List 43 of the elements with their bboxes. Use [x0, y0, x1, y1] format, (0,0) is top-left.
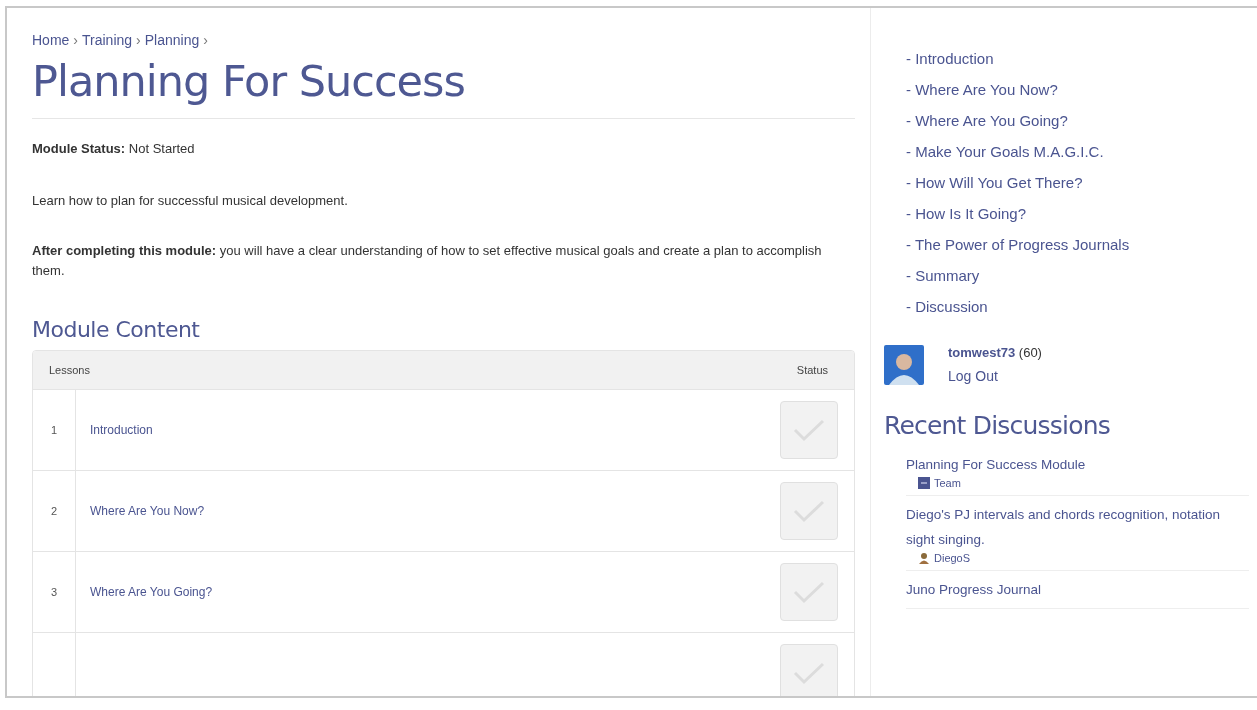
breadcrumb-link[interactable]: Training: [82, 32, 133, 48]
page-title: Planning For Success: [32, 56, 855, 119]
status-checkbox[interactable]: [780, 563, 838, 621]
breadcrumb-separator: ›: [203, 32, 208, 48]
section-heading: Module Content: [32, 317, 201, 342]
lesson-nav-link[interactable]: - Where Are You Now?: [906, 81, 1249, 98]
module-status: Module Status: Not Started: [32, 140, 196, 158]
lesson-nav-link[interactable]: - Where Are You Going?: [906, 112, 1249, 129]
module-outcome: After completing this module: you will have a clear understanding of how to set effective musical goals and create a plan to accomplish them.: [32, 242, 823, 280]
lesson-nav-link[interactable]: - How Will You Get There?: [906, 174, 1249, 191]
breadcrumb-link[interactable]: Planning: [144, 32, 200, 48]
status-checkbox[interactable]: [780, 401, 838, 459]
lesson-nav-link[interactable]: - Introduction: [906, 50, 1249, 67]
lesson-link[interactable]: Where Are You Going?: [76, 585, 780, 599]
discussion-author: Team: [934, 477, 961, 489]
lesson-number: 1: [33, 390, 76, 470]
lesson-nav-link[interactable]: - How Is It Going?: [906, 205, 1249, 222]
breadcrumb-link[interactable]: Home: [32, 32, 70, 48]
lesson-link[interactable]: Introduction: [76, 423, 780, 437]
lesson-nav-link[interactable]: - Make Your Goals M.A.G.I.C.: [906, 143, 1249, 160]
lesson-number: 2: [33, 471, 76, 551]
user-name: tomwest73 (60): [948, 345, 1042, 360]
thread-title-link[interactable]: Diego's PJ intervals and chords recognition, notation sight singing.: [906, 502, 1249, 552]
column-header: Status: [796, 364, 828, 376]
thread-title-link[interactable]: Juno Progress Journal: [906, 577, 1249, 602]
lesson-link[interactable]: Where Are You Now?: [76, 504, 780, 518]
discussion-author: DiegoS: [934, 552, 971, 564]
status-checkbox[interactable]: [780, 644, 838, 696]
logout-link[interactable]: Log Out: [948, 368, 1042, 384]
lesson-nav-link[interactable]: - The Power of Progress Journals: [906, 236, 1249, 253]
person-silhouette-icon: [889, 351, 919, 385]
thread-title-link[interactable]: Planning For Success Module: [906, 452, 1249, 477]
group-icon: [918, 477, 930, 489]
avatar-icon: [918, 552, 930, 564]
lesson-nav-link[interactable]: - Summary: [906, 267, 1249, 284]
status-checkbox[interactable]: [780, 482, 838, 540]
lesson-nav-link[interactable]: - Discussion: [906, 298, 1249, 315]
breadcrumb-separator: ›: [73, 32, 79, 48]
section-heading: Recent Discussions: [884, 411, 1111, 440]
lesson-number: 3: [33, 552, 76, 632]
breadcrumb-separator: ›: [136, 32, 141, 48]
module-description: Learn how to plan for successful musical development.: [32, 192, 349, 210]
column-header: Lessons: [49, 364, 90, 376]
